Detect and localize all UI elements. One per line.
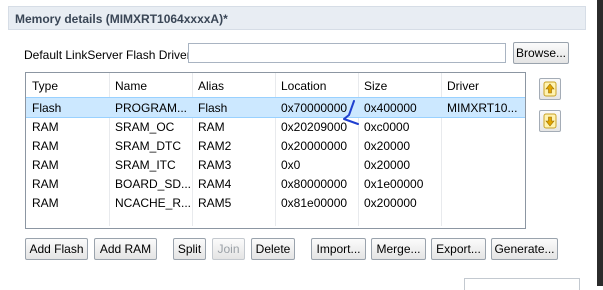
cell-alias: Flash [198,101,228,115]
col-header-location[interactable]: Location [281,79,326,93]
cell-size: 0x20000 [364,158,411,172]
window-edge [597,0,603,286]
col-header-type[interactable]: Type [32,79,58,93]
merge-label: Merge... [376,242,421,256]
memory-details-header: Memory details (MIMXRT1064xxxxA)* [8,6,586,30]
cell-alias: RAM [198,120,225,134]
export-label: Export... [436,242,481,256]
cell-type: RAM [32,177,59,191]
add-ram-button[interactable]: Add RAM [94,238,157,260]
cell-name: BOARD_SD... [115,177,192,191]
col-header-driver[interactable]: Driver [447,79,479,93]
cell-location: 0x0 [281,158,301,172]
move-up-button[interactable] [539,78,561,100]
cell-type: RAM [32,158,59,172]
table-row[interactable]: RAM SRAM_DTC RAM2 0x20000000 0x20000 [26,136,525,155]
cell-name: SRAM_OC [115,120,175,134]
generate-button[interactable]: Generate... [491,238,558,260]
cell-type: Flash [32,101,62,115]
memory-table: Type Name Alias Location Size Driver Fla… [25,72,526,229]
table-row[interactable]: RAM SRAM_OC RAM 0x20209000 0xc0000 [26,117,525,136]
col-header-alias[interactable]: Alias [198,79,224,93]
cell-size: 0x1e00000 [364,177,424,191]
table-row[interactable]: RAM NCACHE_R... RAM5 0x81e00000 0x200000 [26,193,525,212]
cell-alias: RAM4 [198,177,232,191]
section-title: Memory details (MIMXRT1064xxxxA)* [15,12,228,26]
cell-size: 0x400000 [364,101,417,115]
cell-name: NCACHE_R... [115,196,192,210]
annotation-mark [343,100,359,125]
browse-button-label: Browse... [515,46,566,60]
bottom-panel-edge [464,278,580,290]
cell-location: 0x81e00000 [281,196,348,210]
cell-size: 0x200000 [364,196,417,210]
delete-label: Delete [255,242,291,256]
flash-driver-label: Default LinkServer Flash Driver [24,48,191,62]
move-up-icon [543,81,557,97]
browse-button[interactable]: Browse... [513,42,569,64]
cell-size: 0x20000 [364,139,411,153]
cell-alias: RAM3 [198,158,232,172]
table-row[interactable]: Flash PROGRAM... Flash 0x70000000 0x4000… [26,97,525,118]
generate-label: Generate... [494,242,555,256]
import-label: Import... [316,242,361,256]
split-label: Split [177,242,202,256]
join-button[interactable]: Join [212,238,245,260]
table-row[interactable]: RAM SRAM_ITC RAM3 0x0 0x20000 [26,155,525,174]
move-down-button[interactable] [539,110,561,132]
add-ram-label: Add RAM [99,242,152,256]
table-row[interactable]: RAM BOARD_SD... RAM4 0x80000000 0x1e0000… [26,174,525,193]
export-button[interactable]: Export... [431,238,486,260]
cell-location: 0x20000000 [281,139,348,153]
cell-type: RAM [32,196,59,210]
merge-button[interactable]: Merge... [371,238,426,260]
cell-size: 0xc0000 [364,120,410,134]
import-button[interactable]: Import... [311,238,366,260]
cell-type: RAM [32,139,59,153]
cell-name: SRAM_DTC [115,139,182,153]
delete-button[interactable]: Delete [251,238,295,260]
add-flash-label: Add Flash [29,242,84,256]
join-label: Join [217,242,240,256]
move-down-icon [543,113,557,129]
split-button[interactable]: Split [173,238,206,260]
cell-alias: RAM5 [198,196,232,210]
flash-driver-input[interactable] [188,43,506,63]
cell-name: PROGRAM... [115,101,188,115]
cell-alias: RAM2 [198,139,232,153]
cell-driver: MIMXRT10... [447,101,518,115]
col-header-size[interactable]: Size [364,79,387,93]
col-header-name[interactable]: Name [115,79,147,93]
cell-name: SRAM_ITC [115,158,176,172]
cell-type: RAM [32,120,59,134]
cell-location: 0x80000000 [281,177,348,191]
add-flash-button[interactable]: Add Flash [25,238,88,260]
